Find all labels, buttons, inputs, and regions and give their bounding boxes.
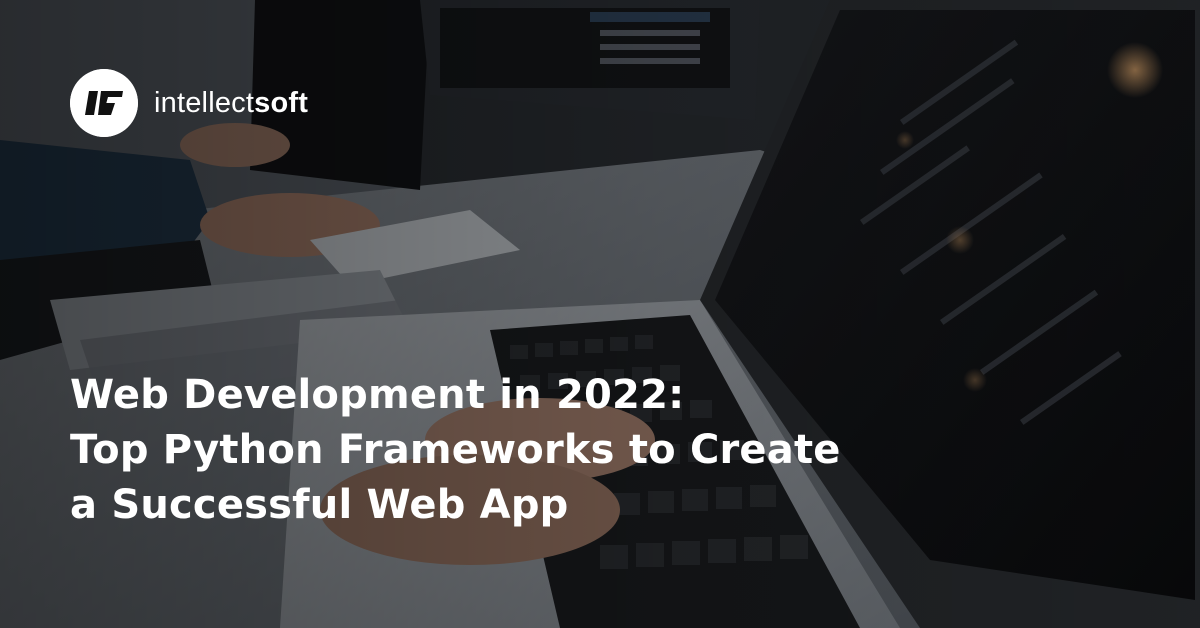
headline: Web Development in 2022: Top Python Fram…: [70, 368, 1070, 533]
headline-line-3: a Successful Web App: [70, 482, 569, 528]
brand-wordmark: intellectsoft: [154, 87, 308, 120]
brand-logo: intellectsoft: [70, 69, 308, 137]
headline-line-2: Top Python Frameworks to Create: [70, 427, 841, 473]
intellectsoft-logo-icon: [70, 69, 138, 137]
brand-name-light: intellect: [154, 86, 255, 119]
banner: intellectsoft Web Development in 2022: T…: [0, 0, 1200, 628]
headline-line-1: Web Development in 2022:: [70, 372, 685, 418]
brand-name-bold: soft: [254, 86, 309, 119]
